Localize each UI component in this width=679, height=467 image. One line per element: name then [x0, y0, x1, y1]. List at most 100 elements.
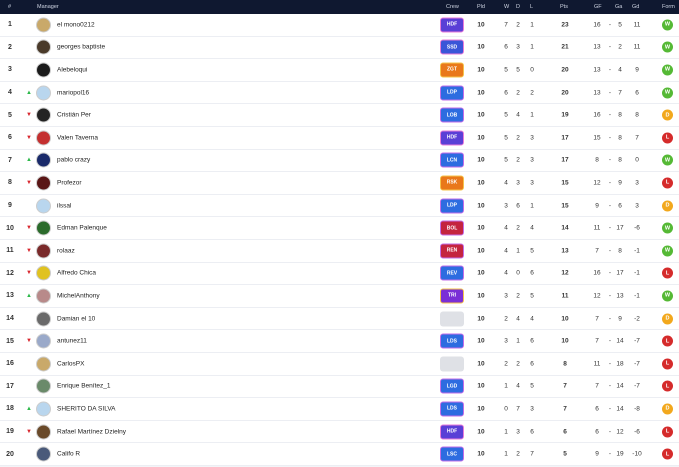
avatar[interactable] — [36, 175, 51, 191]
crew-badge[interactable]: REN — [440, 243, 464, 259]
avatar[interactable] — [36, 401, 51, 417]
table-row[interactable]: 1 el mono0212 HDF 10 7 2 1 23 16-5 11 W — [0, 14, 679, 37]
header-w[interactable]: W — [504, 4, 509, 10]
crew-badge[interactable] — [440, 311, 464, 327]
crew-badge[interactable]: ZGT — [440, 62, 464, 78]
table-row[interactable]: 9 ilssal LDP 10 3 6 1 15 9-6 3 D — [0, 194, 679, 218]
avatar[interactable] — [36, 107, 51, 123]
table-row[interactable]: 5 ▼ Cristián Per LOB 10 5 4 1 19 16-8 8 D — [0, 104, 679, 127]
manager-name[interactable]: el mono0212 — [57, 21, 95, 28]
table-row[interactable]: 2 georges baptiste SSD 10 6 3 1 21 13-2 11 W — [0, 36, 679, 60]
manager-name[interactable]: Valen Taverna — [57, 134, 98, 141]
manager-name[interactable]: pablo crazy — [57, 157, 90, 164]
table-row[interactable]: 18 ▲ SHERITO DA SILVA LDS 10 0 7 3 7 6-14 -8 D — [0, 398, 679, 421]
table-row[interactable]: 7 ▲ pablo crazy LCN 10 5 2 3 17 8-8 0 W — [0, 149, 679, 173]
avatar[interactable] — [36, 130, 51, 146]
table-row[interactable]: 11 ▼ rolaaz REN 10 4 1 5 13 7 -8 -1 W — [0, 240, 679, 263]
avatar[interactable] — [36, 220, 51, 236]
crew-badge[interactable]: BOL — [440, 220, 464, 236]
avatar[interactable] — [36, 62, 51, 78]
crew-badge[interactable] — [440, 356, 464, 372]
avatar[interactable] — [36, 356, 51, 372]
table-row[interactable]: 17 Enrique Benítez_1 LGD 10 1 4 5 7 7-14 -7 L — [0, 375, 679, 399]
table-row[interactable]: 3 Alebeloqui ZGT 10 5 5 0 20 13-4 9 W — [0, 59, 679, 82]
manager-name[interactable]: Edman Palenque — [57, 225, 107, 232]
wins-value: 1 — [504, 428, 508, 436]
table-row[interactable]: 6 ▼ Valen Taverna HDF 10 5 2 3 17 15-8 7 L — [0, 127, 679, 150]
table-row[interactable]: 12 ▼ Alfredo Chica REV 10 4 0 6 12 16-17 -1 L — [0, 262, 679, 286]
table-row[interactable]: 13 ▲ MichelAnthony TRI 10 3 2 5 11 12-13 -1 W — [0, 285, 679, 308]
crew-badge[interactable]: LCN — [440, 152, 464, 168]
crew-badge[interactable]: SSD — [440, 39, 464, 55]
manager-name[interactable]: MichelAnthony — [57, 292, 100, 299]
avatar[interactable] — [36, 198, 51, 214]
header-crew[interactable]: Crew — [446, 4, 459, 10]
avatar[interactable] — [36, 333, 51, 349]
avatar[interactable] — [36, 17, 51, 33]
header-pos: # — [8, 4, 12, 10]
losses-value: 6 — [530, 337, 534, 345]
header-ga[interactable]: Ga — [615, 4, 622, 10]
avatar[interactable] — [36, 243, 51, 259]
avatar[interactable] — [36, 311, 51, 327]
manager-name[interactable]: Rafael Martínez Dzielny — [57, 428, 126, 435]
manager-name[interactable]: Alebeloqui — [57, 66, 87, 73]
header-pld[interactable]: Pld — [477, 4, 485, 10]
avatar[interactable] — [36, 424, 51, 440]
manager-name[interactable]: rolaaz — [57, 247, 75, 254]
manager-name[interactable]: ilssal — [57, 202, 71, 209]
manager-name[interactable]: Califo R — [57, 451, 80, 458]
avatar[interactable] — [36, 39, 51, 55]
crew-badge[interactable]: LDP — [440, 85, 464, 101]
crew-badge[interactable]: HDF — [440, 424, 464, 440]
header-l[interactable]: L — [530, 4, 533, 10]
header-manager[interactable]: Manager — [37, 4, 59, 10]
table-row[interactable]: 16 CarlosPX 10 2 2 6 8 11-18 -7 L — [0, 353, 679, 376]
manager-name[interactable]: Damian el 10 — [57, 315, 95, 322]
form-badge: L — [662, 177, 673, 189]
crew-badge[interactable]: LGD — [440, 378, 464, 394]
manager-name[interactable]: CarlosPX — [57, 360, 84, 367]
goals-against-value: 8 — [618, 156, 622, 164]
crew-badge[interactable]: TRI — [440, 288, 464, 304]
table-row[interactable]: 10 ▼ Edman Palenque BOL 10 4 2 4 14 11-17 -6 W — [0, 217, 679, 240]
avatar[interactable] — [36, 85, 51, 101]
crew-badge[interactable]: RSK — [440, 175, 464, 191]
goals-for-value: 13 — [593, 66, 601, 74]
manager-name[interactable]: SHERITO DA SILVA — [57, 405, 116, 412]
avatar[interactable] — [36, 152, 51, 168]
avatar[interactable] — [36, 288, 51, 304]
avatar[interactable] — [36, 378, 51, 394]
crew-badge[interactable]: LSC — [440, 446, 464, 462]
table-row[interactable]: 4 ▲ mariopol16 LDP 10 6 2 2 20 13-7 6 W — [0, 81, 679, 105]
crew-badge[interactable]: REV — [440, 265, 464, 281]
manager-name[interactable]: Profezor — [57, 179, 82, 186]
manager-name[interactable]: georges baptiste — [57, 44, 105, 51]
table-row[interactable]: 19 ▼ Rafael Martínez Dzielny HDF 10 1 3 6 6 6 -12 -… — [0, 420, 679, 444]
manager-name[interactable]: mariopol16 — [57, 89, 89, 96]
table-row[interactable]: 14 Damian el 10 10 2 4 4 10 7-9 -2 D — [0, 307, 679, 331]
manager-name[interactable]: Cristián Per — [57, 112, 91, 119]
crew-badge[interactable]: HDF — [440, 130, 464, 146]
header-gf[interactable]: GF — [594, 4, 602, 10]
row-position: 16 — [6, 360, 14, 368]
avatar[interactable] — [36, 446, 51, 462]
avatar[interactable] — [36, 265, 51, 281]
crew-badge[interactable]: LOB — [440, 107, 464, 123]
crew-badge[interactable]: LDP — [440, 198, 464, 214]
crew-badge[interactable]: HDF — [440, 17, 464, 33]
manager-name[interactable]: Enrique Benítez_1 — [57, 383, 110, 390]
header-pts[interactable]: Pts — [560, 4, 568, 10]
table-row[interactable]: 8 ▼ Profezor RSK 10 4 3 3 15 12-9 3 L — [0, 172, 679, 195]
crew-badge[interactable]: LDS — [440, 401, 464, 417]
wins-value: 1 — [504, 450, 508, 458]
played-value: 10 — [477, 179, 485, 187]
header-gd[interactable]: Gd — [632, 4, 639, 10]
manager-name[interactable]: Alfredo Chica — [57, 270, 96, 277]
header-d[interactable]: D — [516, 4, 520, 10]
table-row[interactable]: 20 Califo R LSC 10 1 2 7 5 9 -19 -10 L — [0, 443, 679, 466]
manager-name[interactable]: antunez11 — [57, 338, 87, 345]
crew-badge[interactable]: LDS — [440, 333, 464, 349]
table-row[interactable]: 15 ▼ antunez11 LDS 10 3 1 6 10 7 -14 -7 L — [0, 330, 679, 353]
header-form[interactable]: Form — [662, 4, 675, 10]
